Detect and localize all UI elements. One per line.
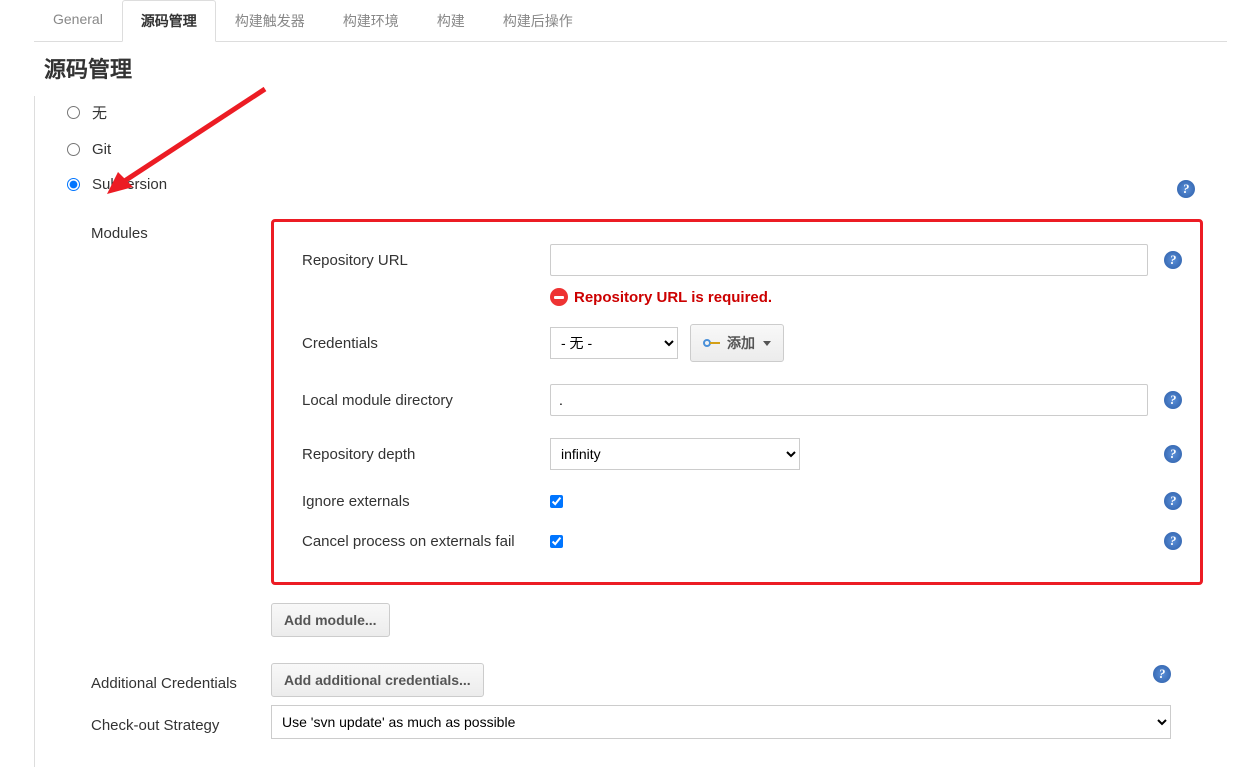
add-module-button[interactable]: Add module... bbox=[271, 603, 390, 637]
add-additional-credentials-button[interactable]: Add additional credentials... bbox=[271, 663, 484, 697]
repo-url-error-text: Repository URL is required. bbox=[574, 289, 772, 306]
credentials-select[interactable]: - 无 - bbox=[550, 327, 678, 359]
checkout-strategy-label: Check-out Strategy bbox=[91, 711, 271, 734]
cancel-ext-checkbox[interactable] bbox=[550, 535, 563, 548]
repo-url-error: Repository URL is required. bbox=[550, 288, 1182, 306]
tab-build[interactable]: 构建 bbox=[418, 0, 484, 42]
scm-radio-subversion[interactable] bbox=[67, 178, 80, 191]
repo-url-label: Repository URL bbox=[302, 252, 550, 269]
ignore-ext-checkbox[interactable] bbox=[550, 495, 563, 508]
help-icon-depth[interactable]: ? bbox=[1164, 445, 1182, 463]
depth-label: Repository depth bbox=[302, 446, 550, 463]
section-title-scm: 源码管理 bbox=[22, 42, 1227, 96]
help-icon-subversion[interactable]: ? bbox=[1177, 180, 1195, 198]
checkout-strategy-select[interactable]: Use 'svn update' as much as possible bbox=[271, 705, 1171, 739]
tab-post-build[interactable]: 构建后操作 bbox=[484, 0, 592, 42]
error-icon bbox=[550, 288, 568, 306]
cancel-ext-label: Cancel process on externals fail bbox=[302, 533, 550, 550]
help-icon-additional-credentials[interactable]: ? bbox=[1153, 665, 1171, 683]
add-credentials-label: 添加 bbox=[727, 333, 755, 353]
scm-label-git: Git bbox=[92, 141, 111, 158]
help-icon-ignore-ext[interactable]: ? bbox=[1164, 492, 1182, 510]
tab-triggers[interactable]: 构建触发器 bbox=[216, 0, 324, 42]
additional-credentials-label: Additional Credentials bbox=[91, 669, 271, 692]
chevron-down-icon bbox=[763, 341, 771, 346]
repo-url-input[interactable] bbox=[550, 244, 1148, 276]
depth-select[interactable]: infinity bbox=[550, 438, 800, 470]
scm-radio-git[interactable] bbox=[67, 143, 80, 156]
scm-radio-none[interactable] bbox=[67, 106, 80, 119]
add-credentials-button[interactable]: 添加 bbox=[690, 324, 784, 362]
scm-label-none: 无 bbox=[92, 102, 107, 123]
modules-label: Modules bbox=[91, 219, 271, 242]
help-icon-local-dir[interactable]: ? bbox=[1164, 391, 1182, 409]
scm-label-subversion: Subversion bbox=[92, 176, 167, 193]
config-tabs: General 源码管理 构建触发器 构建环境 构建 构建后操作 bbox=[34, 0, 1227, 42]
ignore-ext-label: Ignore externals bbox=[302, 493, 550, 510]
key-icon bbox=[703, 338, 721, 348]
tab-general[interactable]: General bbox=[34, 0, 122, 42]
modules-box: Repository URL ? Repository URL is requi… bbox=[271, 219, 1203, 585]
local-dir-input[interactable] bbox=[550, 384, 1148, 416]
help-icon-cancel-ext[interactable]: ? bbox=[1164, 532, 1182, 550]
help-icon-repo-url[interactable]: ? bbox=[1164, 251, 1182, 269]
tab-scm[interactable]: 源码管理 bbox=[122, 0, 216, 42]
credentials-label: Credentials bbox=[302, 335, 550, 352]
local-dir-label: Local module directory bbox=[302, 392, 550, 409]
tab-build-env[interactable]: 构建环境 bbox=[324, 0, 418, 42]
